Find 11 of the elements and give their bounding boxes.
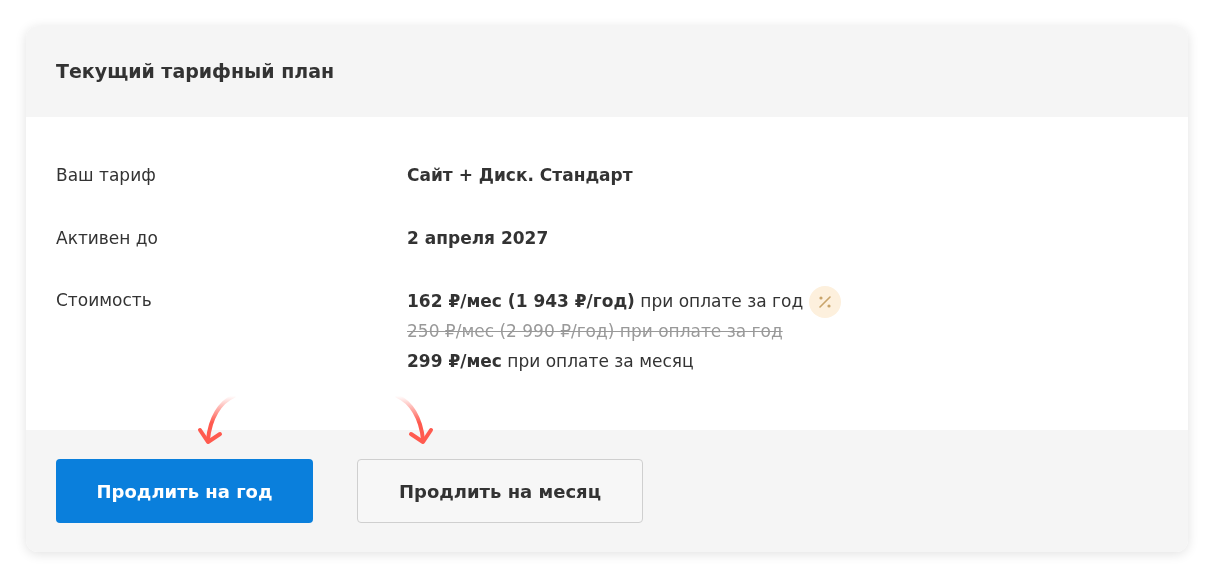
field-label: Активен до	[56, 226, 159, 250]
field-label: Ваш тариф	[56, 164, 157, 187]
field-label: Стоимость	[56, 289, 153, 312]
price-line: 299 ₽/мес при оплате за месяц	[407, 350, 694, 374]
field-value: 2 апреля 2027	[407, 226, 549, 250]
price-line: 250 ₽/мес (2 990 ₽/год) при оплате за год	[407, 320, 783, 344]
price-line: 162 ₽/мес (1 943 ₽/год) при оплате за год	[407, 290, 804, 314]
card-title: Текущий тарифный план	[56, 59, 335, 85]
renew-button[interactable]: Продлить на год	[56, 459, 313, 523]
renew-button[interactable]: Продлить на месяц	[357, 459, 643, 523]
field-value: Сайт + Диск. Стандарт	[407, 164, 633, 187]
